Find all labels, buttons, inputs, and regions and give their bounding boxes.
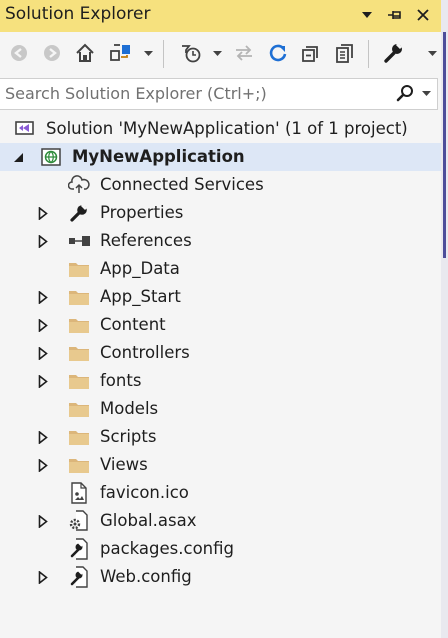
toolbar-separator [163, 40, 164, 68]
expand-arrow-icon[interactable] [36, 234, 50, 248]
global-asax-icon [68, 510, 90, 532]
tree-item[interactable]: Views [0, 451, 441, 479]
image-file-icon [68, 482, 90, 504]
refresh-icon[interactable] [263, 38, 293, 68]
tree-item-label: Models [100, 399, 159, 418]
expand-arrow-icon[interactable] [36, 374, 50, 388]
tree-item-label: Controllers [100, 343, 190, 362]
folder-icon [68, 370, 90, 392]
config-file-icon [68, 566, 90, 588]
references-icon [68, 230, 90, 252]
tree-item-label: Scripts [100, 427, 157, 446]
tree-item-label: packages.config [100, 539, 234, 558]
folder-icon [68, 426, 90, 448]
tree-item-label: Properties [100, 203, 184, 222]
tree-item[interactable]: Connected Services [0, 171, 441, 199]
solution-icon [14, 118, 36, 140]
expand-arrow-icon[interactable] [36, 318, 50, 332]
switch-views-dropdown-icon[interactable] [143, 44, 153, 64]
search-box [0, 78, 438, 110]
switch-views-icon[interactable] [106, 38, 136, 68]
home-icon[interactable] [70, 38, 100, 68]
tree-item[interactable]: packages.config [0, 535, 441, 563]
expand-arrow-icon[interactable] [36, 514, 50, 528]
connected-services-icon [68, 174, 90, 196]
folder-icon [68, 286, 90, 308]
tree-item[interactable]: App_Start [0, 283, 441, 311]
tree-item[interactable]: Global.asax [0, 507, 441, 535]
tree-item-label: Web.config [100, 567, 192, 586]
tree-item-label: Content [100, 315, 166, 334]
window-title: Solution Explorer [5, 4, 151, 24]
back-icon[interactable] [4, 38, 34, 68]
collapse-all-icon[interactable] [296, 38, 326, 68]
tree-item-label: Connected Services [100, 175, 264, 194]
tree-item-label: Views [100, 455, 148, 474]
folder-icon [68, 314, 90, 336]
collapse-arrow-icon[interactable] [11, 150, 25, 164]
tree-item-label: Global.asax [100, 511, 197, 530]
tree-item[interactable]: App_Data [0, 255, 441, 283]
expand-arrow-icon[interactable] [36, 430, 50, 444]
web-project-icon [40, 146, 62, 168]
expand-arrow-icon[interactable] [36, 206, 50, 220]
tree-item[interactable]: References [0, 227, 441, 255]
sync-with-active-document-icon[interactable] [229, 38, 259, 68]
toolbar [0, 32, 441, 76]
tree-item[interactable]: Content [0, 311, 441, 339]
expand-arrow-icon[interactable] [36, 570, 50, 584]
tree-item-label: App_Data [100, 259, 180, 278]
tree-item-label: favicon.ico [100, 483, 189, 502]
folder-icon [68, 398, 90, 420]
solution-explorer-panel: Solution Explorer Search Solution Explor… [0, 0, 441, 638]
expand-arrow-icon[interactable] [36, 290, 50, 304]
solution-label: Solution 'MyNewApplication' (1 of 1 proj… [46, 119, 408, 138]
properties-wrench-icon[interactable] [378, 38, 408, 68]
close-icon[interactable] [412, 3, 434, 27]
tree-item-label: fonts [100, 371, 142, 390]
tree-item-label: References [100, 231, 192, 250]
toolbar-overflow-icon[interactable] [426, 44, 438, 64]
dropdown-arrow-icon[interactable] [356, 3, 378, 27]
tree-item[interactable]: Controllers [0, 339, 441, 367]
tree-item-project[interactable]: MyNewApplication [0, 143, 441, 171]
solution-explorer-window: Solution Explorer Search Solution Explor… [0, 0, 448, 638]
pending-changes-dropdown-icon[interactable] [212, 44, 222, 64]
forward-icon[interactable] [37, 38, 67, 68]
pin-icon[interactable] [384, 3, 406, 27]
expand-arrow-icon[interactable] [36, 458, 50, 472]
folder-icon [68, 454, 90, 476]
folder-icon [68, 342, 90, 364]
tree-item-solution[interactable]: Solution 'MyNewApplication' (1 of 1 proj… [0, 115, 441, 143]
tree-item[interactable]: Models [0, 395, 441, 423]
project-label: MyNewApplication [72, 147, 245, 166]
tree-item-label: App_Start [100, 287, 181, 306]
folder-icon [68, 258, 90, 280]
splitter-handle[interactable] [443, 32, 446, 258]
toolbar-separator [368, 40, 369, 68]
pending-changes-filter-icon[interactable] [176, 38, 206, 68]
search-options-dropdown-icon[interactable] [420, 88, 432, 100]
tree-item[interactable]: Scripts [0, 423, 441, 451]
tree-item[interactable]: Properties [0, 199, 441, 227]
show-all-files-icon[interactable] [330, 38, 360, 68]
config-file-icon [68, 538, 90, 560]
tree-item[interactable]: fonts [0, 367, 441, 395]
tree-item[interactable]: favicon.ico [0, 479, 441, 507]
search-icon[interactable] [394, 82, 416, 104]
expand-arrow-icon[interactable] [36, 346, 50, 360]
title-bar: Solution Explorer [0, 0, 441, 32]
tree-item[interactable]: Web.config [0, 563, 441, 591]
wrench-icon [68, 202, 90, 224]
search-input[interactable] [5, 80, 385, 106]
